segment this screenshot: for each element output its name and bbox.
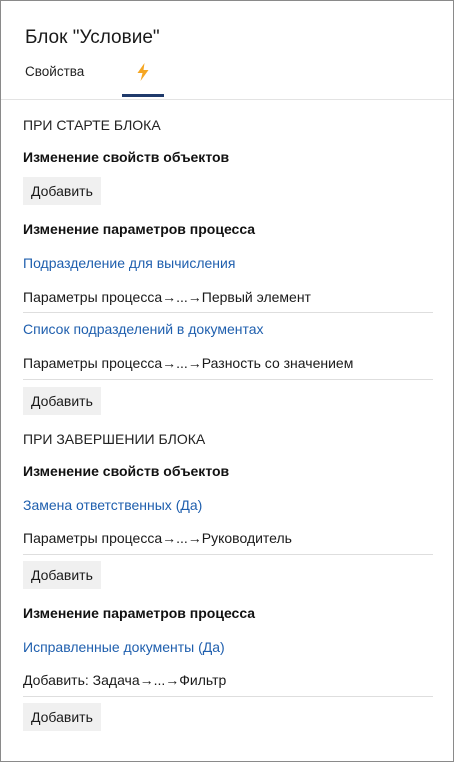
tab-properties[interactable]: Свойства <box>25 64 84 79</box>
panel-header: Блок "Условие" Свойства <box>1 1 453 100</box>
divider <box>23 554 433 555</box>
group-process-params: Изменение параметров процесса <box>23 605 256 621</box>
panel-title: Блок "Условие" <box>25 27 160 48</box>
group-object-properties: Изменение свойств объектов <box>23 149 230 165</box>
add-process-param-button[interactable]: Добавить <box>23 703 101 731</box>
process-param-link[interactable]: Исправленные документы (Да) <box>23 639 225 655</box>
object-property-link[interactable]: Замена ответственных (Да) <box>23 497 202 513</box>
add-object-property-button[interactable]: Добавить <box>23 561 101 589</box>
tab-events[interactable] <box>122 61 164 97</box>
block-properties-panel: Блок "Условие" Свойства ПРИ СТАРТЕ БЛОКА… <box>0 0 454 762</box>
divider <box>23 379 433 380</box>
process-param-link[interactable]: Список подразделений в документах <box>23 321 264 337</box>
process-param-link[interactable]: Подразделение для вычисления <box>23 255 235 271</box>
process-param-value[interactable]: Параметры процесса→...→Первый элемент <box>23 289 311 305</box>
divider <box>23 312 433 313</box>
section-on-finish: ПРИ ЗАВЕРШЕНИИ БЛОКА <box>23 431 206 447</box>
group-object-properties: Изменение свойств объектов <box>23 463 230 479</box>
lightning-icon <box>137 63 149 81</box>
active-tab-indicator <box>122 94 164 97</box>
add-process-param-button[interactable]: Добавить <box>23 387 101 415</box>
section-on-start: ПРИ СТАРТЕ БЛОКА <box>23 117 161 133</box>
group-process-params: Изменение параметров процесса <box>23 221 256 237</box>
add-object-property-button[interactable]: Добавить <box>23 177 101 205</box>
process-param-value[interactable]: Добавить: Задача→...→Фильтр <box>23 672 226 688</box>
object-property-value[interactable]: Параметры процесса→...→Руководитель <box>23 530 292 546</box>
process-param-value[interactable]: Параметры процесса→...→Разность со значе… <box>23 355 353 371</box>
divider <box>23 696 433 697</box>
